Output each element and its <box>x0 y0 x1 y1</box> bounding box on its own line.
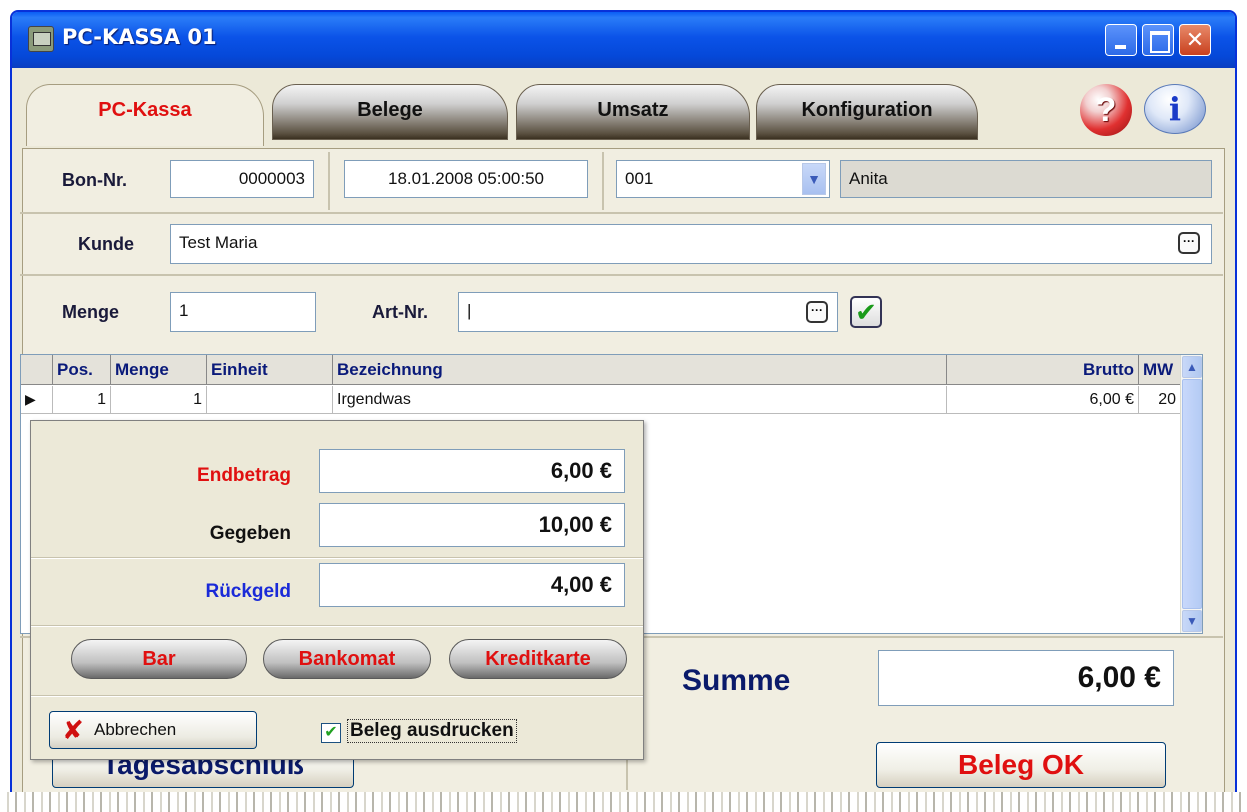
bar-button[interactable]: Bar <box>71 639 247 679</box>
rueckgeld-label: Rückgeld <box>205 581 291 602</box>
summe-label: Summe <box>682 664 791 697</box>
user-name-field: Anita <box>840 160 1212 198</box>
divider <box>31 557 643 559</box>
endbetrag-field: 6,00 € <box>319 449 625 493</box>
help-icon[interactable]: ? <box>1080 84 1132 136</box>
title-bar[interactable]: PC-KASSA 01 ✕ <box>12 12 1235 68</box>
scroll-thumb[interactable] <box>1182 379 1202 609</box>
col-brutto[interactable]: Brutto <box>947 355 1139 385</box>
divider <box>20 274 1223 276</box>
payment-dialog: Endbetrag 6,00 € Gegeben 10,00 € Rückgel… <box>30 420 644 760</box>
datetime-field[interactable]: 18.01.2008 05:00:50 <box>344 160 588 198</box>
divider <box>31 695 643 697</box>
menge-input[interactable]: 1 <box>170 292 316 332</box>
col-menge[interactable]: Menge <box>111 355 207 385</box>
bon-nr-label: Bon-Nr. <box>62 170 127 190</box>
col-mw[interactable]: MW <box>1139 355 1181 385</box>
kunde-label: Kunde <box>78 234 134 254</box>
tab-umsatz[interactable]: Umsatz <box>516 84 750 140</box>
art-nr-lookup-button[interactable]: ··· <box>806 301 828 323</box>
cell-bezeichnung: Irgendwas <box>333 386 947 414</box>
bankomat-button[interactable]: Bankomat <box>263 639 431 679</box>
tab-pc-kassa[interactable]: PC-Kassa <box>26 84 264 146</box>
kunde-field[interactable]: Test Maria <box>170 224 1212 264</box>
cancel-x-icon: ✘ <box>62 715 84 745</box>
gegeben-field[interactable]: 10,00 € <box>319 503 625 547</box>
print-receipt-label[interactable]: Beleg ausdrucken <box>347 719 517 743</box>
grid-header: Pos. Menge Einheit Bezeichnung Brutto MW <box>21 355 1181 385</box>
beleg-ok-button[interactable]: Beleg OK <box>876 742 1166 788</box>
col-pos[interactable]: Pos. <box>53 355 111 385</box>
maximize-button[interactable] <box>1142 24 1174 56</box>
art-nr-input[interactable]: | <box>458 292 838 332</box>
abbrechen-label: Abbrechen <box>94 720 177 739</box>
tab-belege[interactable]: Belege <box>272 84 508 140</box>
confirm-check-button[interactable]: ✔ <box>850 296 882 328</box>
col-einheit[interactable]: Einheit <box>207 355 333 385</box>
divider <box>328 152 330 210</box>
divider <box>20 212 1223 214</box>
kasse-select[interactable]: 001 <box>616 160 830 198</box>
art-nr-label: Art-Nr. <box>372 302 429 322</box>
print-receipt-checkbox[interactable]: ✔ <box>321 723 341 743</box>
kreditkarte-button[interactable]: Kreditkarte <box>449 639 627 679</box>
kunde-lookup-button[interactable]: ··· <box>1178 232 1200 254</box>
divider <box>31 625 643 627</box>
scroll-up-button[interactable]: ▲ <box>1182 356 1202 378</box>
cell-brutto: 6,00 € <box>947 386 1139 414</box>
cash-register-icon <box>28 26 54 52</box>
gegeben-label: Gegeben <box>209 523 291 544</box>
table-row[interactable]: ▶ 1 1 Irgendwas 6,00 € 20 <box>21 386 1181 414</box>
tab-bar: Belege Umsatz Konfiguration PC-Kassa ? i <box>12 68 1235 154</box>
tab-konfiguration[interactable]: Konfiguration <box>756 84 978 140</box>
row-marker-icon: ▶ <box>21 386 53 414</box>
cell-menge: 1 <box>111 386 207 414</box>
rueckgeld-field: 4,00 € <box>319 563 625 607</box>
scroll-down-button[interactable]: ▼ <box>1182 610 1202 632</box>
endbetrag-label: Endbetrag <box>197 465 291 486</box>
divider <box>602 152 604 210</box>
window-title: PC-KASSA 01 <box>62 25 217 49</box>
cell-mw: 20 <box>1139 386 1181 414</box>
cell-einheit <box>207 386 333 414</box>
vertical-scrollbar[interactable]: ▲ ▼ <box>1180 355 1202 633</box>
close-button[interactable]: ✕ <box>1179 24 1211 56</box>
info-icon[interactable]: i <box>1144 84 1206 134</box>
bon-nr-field[interactable]: 0000003 <box>170 160 314 198</box>
chevron-down-icon[interactable]: ▼ <box>802 163 826 195</box>
torn-edge <box>0 792 1247 812</box>
row-indicator-header <box>21 355 53 385</box>
col-bezeichnung[interactable]: Bezeichnung <box>333 355 947 385</box>
minimize-button[interactable] <box>1105 24 1137 56</box>
menge-label: Menge <box>62 302 120 322</box>
abbrechen-button[interactable]: ✘ Abbrechen <box>49 711 257 749</box>
summe-field: 6,00 € <box>878 650 1174 706</box>
cell-pos: 1 <box>53 386 111 414</box>
